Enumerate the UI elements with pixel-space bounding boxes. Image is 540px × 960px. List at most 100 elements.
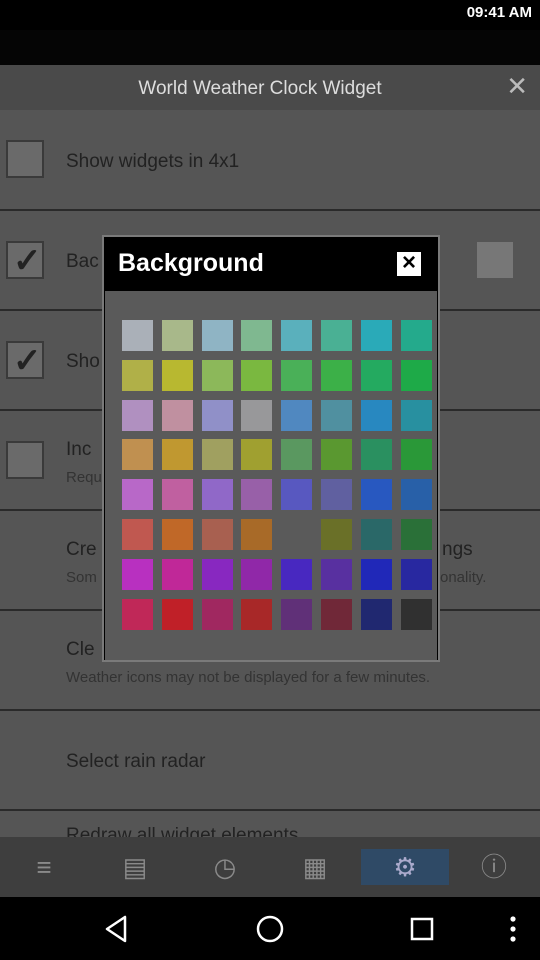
color-swatch[interactable] [122,598,153,630]
color-swatch[interactable] [241,479,273,511]
close-icon[interactable]: × [397,251,421,276]
checkbox-checked[interactable] [6,341,44,381]
color-swatch[interactable] [201,518,233,550]
color-swatch[interactable] [241,399,273,431]
color-swatch[interactable] [360,479,392,511]
background-color-dialog: Background × [102,235,440,662]
setting-label: Redraw all widget elements [66,825,299,837]
color-swatch[interactable] [320,439,352,471]
color-swatch[interactable] [360,359,392,391]
setting-sublabel: Weather icons may not be displayed for a… [66,669,431,686]
color-swatch[interactable] [400,320,432,351]
color-swatch[interactable] [201,399,233,431]
image-icon[interactable]: ▤ [113,849,157,885]
color-swatch[interactable] [161,320,193,351]
color-swatch[interactable] [320,598,352,630]
setting-row-rain-radar[interactable]: Select rain radar [0,711,540,811]
setting-label: Select rain radar [66,751,206,772]
color-swatch[interactable] [161,518,193,550]
color-swatch[interactable] [400,399,432,431]
color-swatch[interactable] [241,320,273,351]
color-swatch[interactable] [281,518,313,550]
menu-icon[interactable]: ≡ [22,849,66,885]
color-swatch[interactable] [161,359,193,391]
color-swatch[interactable] [400,518,432,550]
app-bottom-bar: ≡ ▤ ◷ ▦ ⚙ ⓘ [0,837,540,897]
color-swatch[interactable] [122,320,153,351]
more-icon[interactable] [497,913,529,945]
recents-icon[interactable] [406,913,438,945]
color-swatch[interactable] [400,558,432,590]
color-swatch[interactable] [161,439,193,471]
color-swatch[interactable] [400,359,432,391]
color-swatch[interactable] [201,479,233,511]
color-swatch[interactable] [360,320,392,351]
color-swatch[interactable] [241,359,273,391]
setting-label: Cre [66,539,97,560]
color-swatch[interactable] [201,598,233,630]
color-swatch[interactable] [281,598,313,630]
color-swatch[interactable] [201,320,233,351]
setting-label: Bac [66,251,99,272]
gear-icon[interactable]: ⚙ [361,849,449,885]
color-swatch[interactable] [122,558,153,590]
color-swatch[interactable] [320,320,352,351]
setting-label: Show widgets in 4x1 [66,151,240,172]
color-swatch[interactable] [122,399,153,431]
color-swatch[interactable] [320,399,352,431]
setting-row-widgets-4x1[interactable]: Show widgets in 4x1 [0,110,540,211]
color-swatch[interactable] [161,399,193,431]
color-swatch[interactable] [360,439,392,471]
color-swatch[interactable] [281,359,313,391]
checkbox[interactable] [6,441,44,479]
color-swatch[interactable] [400,439,432,471]
color-swatch[interactable] [122,359,153,391]
setting-row-redraw[interactable]: Redraw all widget elements [0,811,540,837]
color-swatch[interactable] [281,399,313,431]
color-swatch[interactable] [360,558,392,590]
color-swatch[interactable] [320,359,352,391]
setting-sublabel: Som [66,569,97,586]
color-swatch[interactable] [320,558,352,590]
color-swatch[interactable] [281,439,313,471]
color-swatch[interactable] [122,439,153,471]
color-swatch[interactable] [281,479,313,511]
color-swatch[interactable] [281,320,313,351]
app-top-band [0,30,540,65]
color-swatch[interactable] [360,518,392,550]
color-swatch[interactable] [400,479,432,511]
color-swatch[interactable] [281,558,313,590]
color-swatch[interactable] [201,439,233,471]
color-palette [105,291,437,660]
setting-label: Inc [66,439,92,460]
setting-label: Cle [66,639,95,660]
color-swatch[interactable] [241,439,273,471]
background-preview-swatch[interactable] [476,241,514,279]
color-swatch[interactable] [360,399,392,431]
checkbox-checked[interactable] [6,241,44,281]
info-icon[interactable]: ⓘ [472,849,516,885]
color-swatch[interactable] [241,558,273,590]
checkbox[interactable] [6,140,44,178]
dialog-title: Background [118,249,264,277]
color-swatch[interactable] [201,359,233,391]
color-swatch[interactable] [360,598,392,630]
color-swatch[interactable] [320,518,352,550]
color-swatch[interactable] [122,479,153,511]
alarm-icon[interactable]: ◷ [203,849,247,885]
app-close-icon[interactable]: ✕ [506,73,528,99]
color-swatch[interactable] [161,598,193,630]
color-swatch[interactable] [241,598,273,630]
basket-icon[interactable]: ▦ [293,849,337,885]
color-swatch[interactable] [241,518,273,550]
setting-sublabel-right: onality. [440,569,487,586]
color-swatch[interactable] [201,558,233,590]
home-icon[interactable] [254,913,286,945]
color-swatch[interactable] [320,479,352,511]
color-swatch[interactable] [400,598,432,630]
color-swatch[interactable] [161,558,193,590]
color-swatch[interactable] [161,479,193,511]
status-time: 09:41 AM [466,4,532,21]
back-icon[interactable] [101,913,133,945]
color-swatch[interactable] [122,518,153,550]
